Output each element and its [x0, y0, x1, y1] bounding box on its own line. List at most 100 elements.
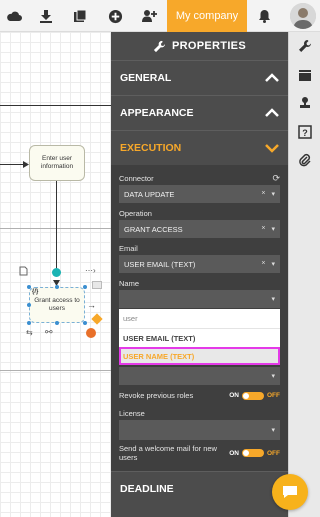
option-user-email[interactable]: USER EMAIL (TEXT) — [119, 329, 280, 347]
field-value: DATA UPDATE — [124, 189, 175, 199]
chat-button[interactable] — [272, 474, 308, 510]
arrow-right-icon[interactable]: → — [87, 300, 96, 310]
toggle-on-label: ON — [229, 392, 239, 399]
section-execution[interactable]: EXECUTION — [111, 130, 288, 165]
secondary-select[interactable]: ▾ — [119, 367, 280, 385]
svg-text:?: ? — [302, 128, 308, 138]
field-value: GRANT ACCESS — [124, 224, 183, 234]
help-icon[interactable]: ? — [297, 124, 313, 140]
resize-handle[interactable] — [27, 303, 31, 307]
section-deadline[interactable]: DEADLINE — [111, 470, 288, 506]
caret-down-icon[interactable]: ▾ — [271, 260, 275, 268]
task-label: Enter user information — [40, 155, 74, 170]
resize-handle[interactable] — [83, 321, 87, 325]
revoke-roles-toggle[interactable]: ON OFF — [229, 391, 280, 400]
chevron-down-icon — [265, 144, 279, 153]
connector-label-row: Connector ⟳ — [119, 173, 280, 183]
caret-down-icon[interactable]: ▾ — [271, 426, 275, 434]
company-button[interactable]: My company — [167, 0, 247, 32]
stamp-icon[interactable] — [297, 95, 313, 111]
section-label: DEADLINE — [120, 482, 174, 495]
link-icon[interactable]: ⚯ — [45, 327, 53, 338]
resize-handle[interactable] — [55, 321, 59, 325]
field-label: Connector — [119, 173, 154, 183]
email-label-row: Email — [119, 243, 280, 253]
resize-handle[interactable] — [27, 285, 31, 289]
section-label: GENERAL — [120, 72, 172, 84]
toggle-switch[interactable] — [242, 391, 264, 400]
document-icon[interactable] — [19, 266, 28, 276]
bell-icon[interactable] — [254, 6, 274, 26]
field-label: License — [119, 408, 145, 418]
clear-icon[interactable]: × — [261, 225, 265, 233]
task-enter-user-information[interactable]: Enter user information — [29, 145, 85, 181]
toggle-switch[interactable] — [242, 449, 264, 458]
welcome-mail-toggle[interactable]: ON OFF — [229, 449, 280, 458]
clear-icon[interactable]: × — [261, 190, 265, 198]
name-search-input[interactable]: user — [119, 309, 280, 329]
connector-select[interactable]: DATA UPDATE × ▾ — [119, 185, 280, 203]
license-label-row: License — [119, 408, 280, 418]
task-shape-icon[interactable] — [92, 281, 102, 289]
name-label-row: Name — [119, 278, 280, 288]
clapperboard-icon[interactable] — [297, 67, 313, 83]
toggle-on-label: ON — [229, 449, 239, 457]
wrench-icon[interactable] — [297, 38, 313, 54]
operation-label-row: Operation — [119, 208, 280, 218]
section-appearance[interactable]: APPEARANCE — [111, 95, 288, 130]
connector-line — [0, 164, 24, 165]
field-label: Email — [119, 243, 138, 253]
chevron-up-icon — [265, 108, 279, 117]
panel-header: PROPERTIES — [111, 32, 288, 60]
resize-handle[interactable] — [83, 285, 87, 289]
operation-select[interactable]: GRANT ACCESS × ▾ — [119, 220, 280, 238]
folder-icon[interactable] — [70, 6, 90, 26]
lane-divider — [0, 105, 111, 106]
properties-panel: PROPERTIES GENERAL APPEARANCE EXECUTION … — [111, 32, 288, 517]
end-event-icon[interactable] — [86, 328, 96, 338]
license-select[interactable]: ▾ — [119, 420, 280, 440]
chat-icon — [283, 486, 297, 498]
top-toolbar: My company — [0, 0, 320, 32]
toggle-off-label: OFF — [267, 392, 280, 399]
clear-icon[interactable]: × — [261, 260, 265, 268]
caret-down-icon[interactable]: ▾ — [271, 225, 275, 233]
swap-icon[interactable]: ⇆ — [26, 328, 33, 337]
wrench-icon — [153, 40, 166, 52]
cloud-icon[interactable] — [4, 6, 24, 26]
section-label: APPEARANCE — [120, 107, 194, 119]
section-general[interactable]: GENERAL — [111, 60, 288, 95]
field-value: USER EMAIL (TEXT) — [124, 259, 196, 269]
name-select[interactable]: ▾ — [119, 290, 280, 308]
field-label: Name — [119, 278, 140, 288]
refresh-icon[interactable]: ⟳ — [272, 173, 280, 184]
name-dropdown: user USER EMAIL (TEXT) USER NAME (TEXT) — [119, 309, 280, 365]
toggle-off-label: OFF — [267, 449, 280, 457]
welcome-mail-row: Send a welcome mail for new users ON OFF — [119, 444, 280, 471]
caret-down-icon[interactable]: ▾ — [271, 190, 275, 198]
panel-title: PROPERTIES — [172, 40, 246, 52]
right-toolbar: ? — [288, 32, 320, 517]
option-user-name[interactable]: USER NAME (TEXT) — [119, 347, 280, 365]
email-select[interactable]: USER EMAIL (TEXT) × ▾ — [119, 255, 280, 273]
more-options-icon[interactable]: ⋯› — [85, 266, 96, 275]
diagram-canvas[interactable]: Enter user information ⋯› Grant access t… — [0, 32, 111, 517]
field-label: Revoke previous roles — [119, 391, 194, 400]
caret-down-icon[interactable]: ▾ — [271, 295, 275, 303]
avatar[interactable] — [290, 3, 316, 29]
add-circle-icon[interactable] — [105, 6, 125, 26]
lane-divider — [0, 370, 111, 371]
resize-handle[interactable] — [55, 285, 59, 289]
task-label: Grant access to users — [34, 297, 80, 312]
caret-down-icon[interactable]: ▾ — [271, 372, 275, 380]
resize-handle[interactable] — [27, 321, 31, 325]
execution-body: Connector ⟳ DATA UPDATE × ▾ Operation GRA… — [111, 165, 288, 471]
download-icon[interactable] — [36, 6, 56, 26]
add-user-icon[interactable] — [139, 6, 159, 26]
connector-line — [56, 181, 57, 269]
paperclip-icon[interactable] — [297, 152, 313, 168]
gateway-icon[interactable] — [91, 313, 103, 325]
chevron-up-icon — [265, 73, 279, 82]
start-event-icon[interactable] — [52, 268, 61, 277]
field-label: Operation — [119, 208, 152, 218]
